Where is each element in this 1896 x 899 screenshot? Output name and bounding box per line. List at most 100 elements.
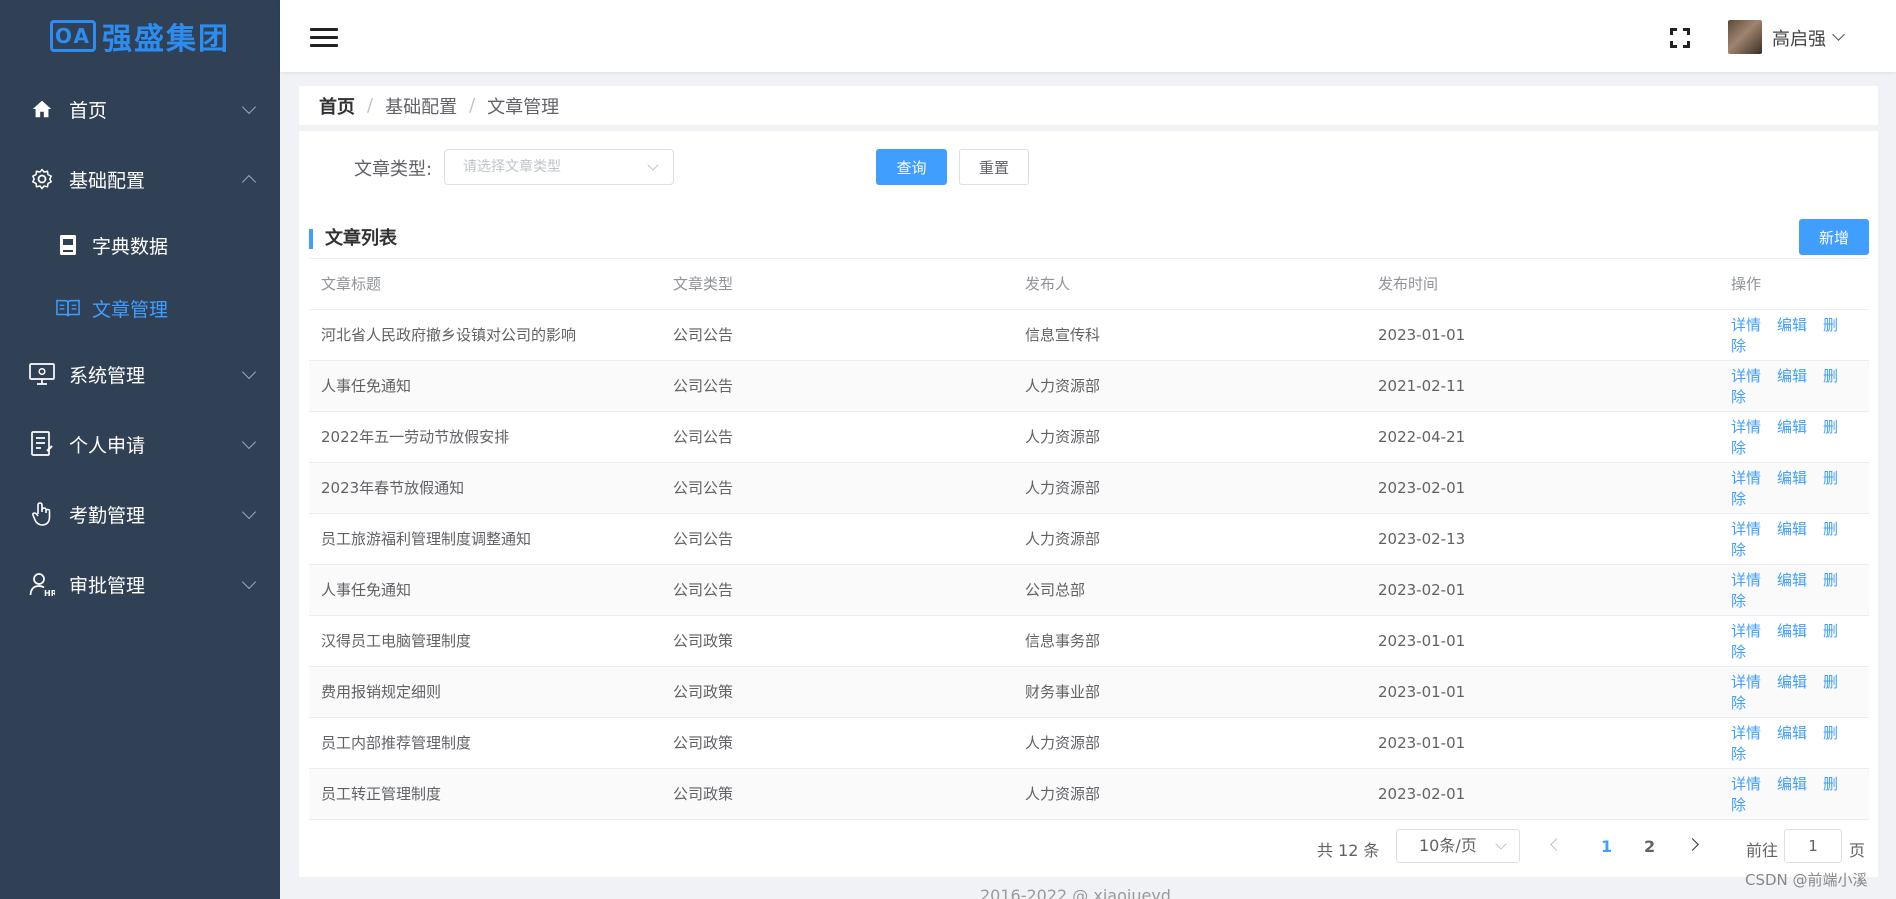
chevron-down-icon <box>1495 838 1507 850</box>
hr-user-icon: HR <box>29 571 55 597</box>
article-type-cell: 公司公告 <box>661 411 1013 463</box>
article-title-cell: 员工旅游福利管理制度调整通知 <box>309 513 661 565</box>
edit-link[interactable]: 编辑 <box>1777 571 1807 589</box>
gear-icon <box>29 166 55 192</box>
actions-cell: 详情 编辑 删除 <box>1719 513 1869 565</box>
publish-date-cell: 2022-04-21 <box>1366 411 1719 463</box>
table-row: 员工转正管理制度 公司政策 人力资源部 2023-02-01 详情 编辑 删除 <box>309 768 1869 820</box>
table-row: 员工旅游福利管理制度调整通知 公司公告 人力资源部 2023-02-13 详情 编辑 删除 <box>309 513 1869 565</box>
sidebar-item-personal-application[interactable]: 个人申请 <box>0 417 280 471</box>
edit-link[interactable]: 编辑 <box>1777 724 1807 742</box>
prev-page-icon[interactable] <box>1550 838 1563 851</box>
article-title-cell: 2022年五一劳动节放假安排 <box>309 411 661 463</box>
article-title-cell: 员工转正管理制度 <box>309 768 661 820</box>
detail-link[interactable]: 详情 <box>1731 316 1761 334</box>
goto-page-input[interactable] <box>1784 829 1842 863</box>
hamburger-menu-icon[interactable] <box>310 28 338 48</box>
detail-link[interactable]: 详情 <box>1731 367 1761 385</box>
top-bar: 高启强 <box>280 0 1896 72</box>
edit-link[interactable]: 编辑 <box>1777 673 1807 691</box>
publisher-cell: 人力资源部 <box>1013 462 1366 514</box>
sidebar-item-label: 字典数据 <box>92 235 169 258</box>
document-icon <box>29 431 55 457</box>
sidebar-item-article-management[interactable]: 文章管理 <box>0 281 280 335</box>
article-type-cell: 公司政策 <box>661 768 1013 820</box>
content-card: 文章类型: 请选择文章类型 查询 重置 文章列表 新增 文章标题 文章类型 发布… <box>299 131 1878 877</box>
next-page-icon[interactable] <box>1686 838 1699 851</box>
column-header-date: 发布时间 <box>1366 259 1719 310</box>
publish-date-cell: 2023-01-01 <box>1366 666 1719 718</box>
reset-button[interactable]: 重置 <box>959 149 1029 185</box>
detail-link[interactable]: 详情 <box>1731 418 1761 436</box>
article-type-cell: 公司政策 <box>661 717 1013 769</box>
article-title-cell: 人事任免通知 <box>309 360 661 412</box>
edit-link[interactable]: 编辑 <box>1777 520 1807 538</box>
chevron-down-icon <box>241 504 257 520</box>
actions-cell: 详情 编辑 删除 <box>1719 360 1869 412</box>
sidebar-item-system-management[interactable]: 系统管理 <box>0 347 280 401</box>
avatar[interactable] <box>1728 20 1762 54</box>
chevron-down-icon[interactable] <box>1832 28 1845 41</box>
dictionary-icon <box>56 233 80 257</box>
sidebar-item-label: 考勤管理 <box>69 504 146 527</box>
breadcrumb-separator: / <box>469 95 476 116</box>
detail-link[interactable]: 详情 <box>1731 724 1761 742</box>
edit-link[interactable]: 编辑 <box>1777 469 1807 487</box>
actions-cell: 详情 编辑 删除 <box>1719 768 1869 820</box>
detail-link[interactable]: 详情 <box>1731 469 1761 487</box>
article-type-cell: 公司政策 <box>661 666 1013 718</box>
edit-link[interactable]: 编辑 <box>1777 367 1807 385</box>
detail-link[interactable]: 详情 <box>1731 622 1761 640</box>
article-type-cell: 公司公告 <box>661 462 1013 514</box>
breadcrumb-item: 基础配置 <box>385 96 458 118</box>
edit-link[interactable]: 编辑 <box>1777 418 1807 436</box>
table-row: 河北省人民政府撤乡设镇对公司的影响 公司公告 信息宣传科 2023-01-01 详情 编辑… <box>309 309 1869 361</box>
sidebar-item-label: 文章管理 <box>92 298 169 321</box>
edit-link[interactable]: 编辑 <box>1777 622 1807 640</box>
edit-link[interactable]: 编辑 <box>1777 316 1807 334</box>
page-number-1[interactable]: 1 <box>1601 837 1612 856</box>
breadcrumb: 首页 / 基础配置 / 文章管理 <box>299 86 1878 125</box>
publisher-cell: 财务事业部 <box>1013 666 1366 718</box>
detail-link[interactable]: 详情 <box>1731 571 1761 589</box>
add-article-button[interactable]: 新增 <box>1799 219 1869 255</box>
sidebar-item-attendance[interactable]: 考勤管理 <box>0 487 280 541</box>
username[interactable]: 高启强 <box>1772 25 1826 51</box>
sidebar-item-approval[interactable]: HR 审批管理 <box>0 557 280 611</box>
breadcrumb-item-home[interactable]: 首页 <box>319 93 355 119</box>
article-type-cell: 公司政策 <box>661 615 1013 667</box>
edit-link[interactable]: 编辑 <box>1777 775 1807 793</box>
sidebar-item-home[interactable]: 首页 <box>0 82 280 136</box>
article-title-cell: 河北省人民政府撤乡设镇对公司的影响 <box>309 309 661 361</box>
page-suffix-label: 页 <box>1849 841 1866 860</box>
article-type-cell: 公司公告 <box>661 513 1013 565</box>
publish-date-cell: 2023-01-01 <box>1366 717 1719 769</box>
detail-link[interactable]: 详情 <box>1731 520 1761 538</box>
fullscreen-icon[interactable] <box>1670 28 1690 48</box>
sidebar-item-dictionary[interactable]: 字典数据 <box>0 218 280 272</box>
actions-cell: 详情 编辑 删除 <box>1719 411 1869 463</box>
footer-copyright: 2016-2022 @ xiaojueyd <box>980 886 1171 899</box>
page-number-2[interactable]: 2 <box>1644 837 1655 856</box>
sidebar-item-basic-config[interactable]: 基础配置 <box>0 152 280 206</box>
actions-cell: 详情 编辑 删除 <box>1719 615 1869 667</box>
detail-link[interactable]: 详情 <box>1731 775 1761 793</box>
home-icon <box>29 96 55 122</box>
sidebar-item-label: 系统管理 <box>69 364 146 387</box>
publish-date-cell: 2023-02-01 <box>1366 462 1719 514</box>
book-icon <box>56 296 80 320</box>
breadcrumb-item-current: 文章管理 <box>487 96 560 118</box>
detail-link[interactable]: 详情 <box>1731 673 1761 691</box>
search-button[interactable]: 查询 <box>876 149 947 185</box>
sidebar-item-label: 首页 <box>69 99 108 122</box>
column-header-title: 文章标题 <box>309 259 661 310</box>
chevron-down-icon <box>241 434 257 450</box>
sidebar-item-label: 审批管理 <box>69 574 146 597</box>
page-size-select[interactable]: 10条/页 <box>1396 829 1520 863</box>
monitor-icon <box>29 361 55 387</box>
column-header-publisher: 发布人 <box>1013 259 1366 310</box>
article-type-select[interactable]: 请选择文章类型 <box>444 149 674 185</box>
publish-date-cell: 2021-02-11 <box>1366 360 1719 412</box>
publisher-cell: 人力资源部 <box>1013 411 1366 463</box>
table-header-row: 文章标题 文章类型 发布人 发布时间 操作 <box>309 259 1869 310</box>
